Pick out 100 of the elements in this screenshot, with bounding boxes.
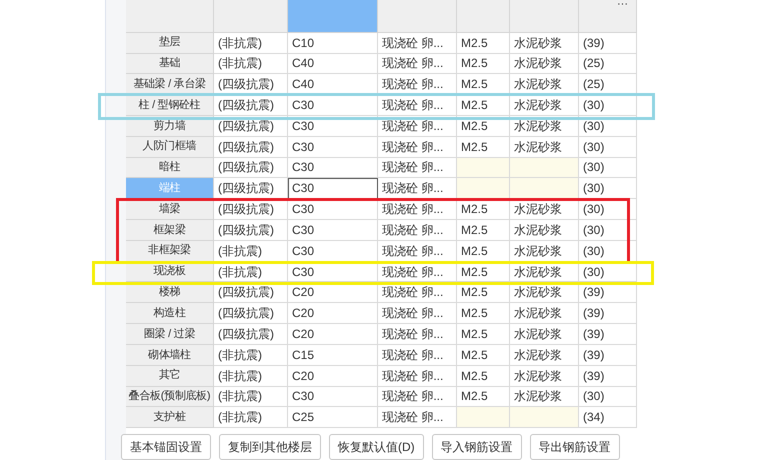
table-cell[interactable]: (25) xyxy=(579,54,637,74)
table-cell[interactable]: C30 xyxy=(288,220,378,241)
table-cell[interactable]: C30 xyxy=(288,199,378,220)
column-header[interactable] xyxy=(126,0,214,33)
row-header[interactable]: 框架梁 xyxy=(126,220,214,241)
table-cell[interactable]: (四级抗震) xyxy=(214,220,288,241)
table-cell[interactable]: 水泥砂浆 xyxy=(510,32,579,54)
table-cell[interactable]: 水泥砂浆 xyxy=(510,366,579,386)
table-cell[interactable]: (四级抗震) xyxy=(214,95,288,116)
more-icon[interactable]: ··· xyxy=(617,0,628,12)
action-button[interactable]: 导入钢筋设置 xyxy=(432,434,522,460)
row-header[interactable]: 基础梁 / 承台梁 xyxy=(126,74,214,96)
table-cell[interactable]: C40 xyxy=(288,54,378,74)
table-cell[interactable]: 现浇砼 卵... xyxy=(378,386,457,408)
table-cell[interactable]: (四级抗震) xyxy=(214,158,288,178)
table-cell[interactable]: 水泥砂浆 xyxy=(510,54,579,74)
row-header[interactable]: 构造柱 xyxy=(126,303,214,324)
table-cell[interactable]: C30 xyxy=(288,158,378,178)
table-cell[interactable]: M2.5 xyxy=(457,220,510,241)
table-cell[interactable]: (39) xyxy=(579,32,637,54)
row-header[interactable]: 基础 xyxy=(126,54,214,74)
table-cell[interactable]: (非抗震) xyxy=(214,407,288,428)
table-cell[interactable]: (四级抗震) xyxy=(214,303,288,324)
row-header[interactable]: 砌体墙柱 xyxy=(126,344,214,366)
table-cell[interactable]: 现浇砼 卵... xyxy=(378,324,457,345)
table-cell[interactable]: (四级抗震) xyxy=(214,324,288,345)
table-cell[interactable]: 现浇砼 卵... xyxy=(378,199,457,220)
table-cell[interactable]: (30) xyxy=(579,158,637,178)
table-cell[interactable]: M2.5 xyxy=(457,324,510,345)
table-cell[interactable]: 现浇砼 卵... xyxy=(378,303,457,324)
table-cell[interactable]: C30 xyxy=(288,178,378,200)
table-cell[interactable]: 水泥砂浆 xyxy=(510,344,579,366)
action-button[interactable]: 导出钢筋设置 xyxy=(530,434,620,460)
row-header[interactable]: 柱 / 型钢砼柱 xyxy=(126,95,214,116)
table-cell[interactable]: 现浇砼 卵... xyxy=(378,407,457,428)
column-header[interactable] xyxy=(378,0,457,33)
table-cell[interactable]: (39) xyxy=(579,366,637,386)
column-header[interactable] xyxy=(214,0,288,33)
table-cell[interactable]: 现浇砼 卵... xyxy=(378,220,457,241)
table-cell[interactable]: (30) xyxy=(579,386,637,408)
table-cell[interactable]: (30) xyxy=(579,95,637,116)
table-cell[interactable]: (39) xyxy=(579,324,637,345)
row-header[interactable]: 圈梁 / 过梁 xyxy=(126,324,214,345)
table-cell[interactable]: C20 xyxy=(288,366,378,386)
table-cell[interactable]: (34) xyxy=(579,407,637,428)
table-cell[interactable]: C30 xyxy=(288,386,378,408)
table-cell[interactable]: 现浇砼 卵... xyxy=(378,344,457,366)
table-cell[interactable]: C20 xyxy=(288,303,378,324)
table-cell[interactable]: (39) xyxy=(579,344,637,366)
table-cell[interactable]: M2.5 xyxy=(457,136,510,158)
table-cell[interactable]: (30) xyxy=(579,220,637,241)
action-button[interactable]: 复制到其他楼层 xyxy=(219,434,321,460)
table-cell[interactable]: 现浇砼 卵... xyxy=(378,32,457,54)
column-header[interactable] xyxy=(510,0,579,33)
table-cell[interactable]: 现浇砼 卵... xyxy=(378,54,457,74)
table-cell[interactable]: (非抗震) xyxy=(214,366,288,386)
table-cell[interactable]: (四级抗震) xyxy=(214,136,288,158)
table-cell[interactable]: C30 xyxy=(288,136,378,158)
table-cell[interactable]: (非抗震) xyxy=(214,54,288,74)
table-cell[interactable]: 水泥砂浆 xyxy=(510,95,579,116)
table-cell[interactable]: M2.5 xyxy=(457,303,510,324)
table-cell[interactable]: 水泥砂浆 xyxy=(510,220,579,241)
row-header[interactable]: 支护桩 xyxy=(126,407,214,428)
row-header[interactable]: 其它 xyxy=(126,366,214,386)
table-cell[interactable]: C30 xyxy=(288,95,378,116)
action-button[interactable]: 基本锚固设置 xyxy=(121,434,211,460)
table-cell[interactable]: M2.5 xyxy=(457,54,510,74)
row-header[interactable]: 垫层 xyxy=(126,32,214,54)
row-header[interactable]: 暗柱 xyxy=(126,158,214,178)
row-header[interactable]: 人防门框墙 xyxy=(126,136,214,158)
action-button[interactable]: 恢复默认值(D) xyxy=(329,434,424,460)
table-cell[interactable]: 水泥砂浆 xyxy=(510,386,579,408)
table-cell[interactable]: 水泥砂浆 xyxy=(510,324,579,345)
table-cell[interactable]: C10 xyxy=(288,32,378,54)
table-cell[interactable]: 现浇砼 卵... xyxy=(378,366,457,386)
table-cell[interactable]: M2.5 xyxy=(457,199,510,220)
table-cell[interactable]: (四级抗震) xyxy=(214,199,288,220)
table-cell[interactable]: M2.5 xyxy=(457,366,510,386)
table-cell[interactable]: M2.5 xyxy=(457,95,510,116)
column-header[interactable] xyxy=(288,0,378,33)
table-cell[interactable]: 现浇砼 卵... xyxy=(378,136,457,158)
table-cell[interactable]: M2.5 xyxy=(457,386,510,408)
table-cell[interactable]: (非抗震) xyxy=(214,32,288,54)
table-cell[interactable]: 水泥砂浆 xyxy=(510,136,579,158)
table-cell[interactable]: 水泥砂浆 xyxy=(510,303,579,324)
row-header[interactable]: 叠合板(预制底板) xyxy=(126,386,214,408)
table-cell[interactable]: M2.5 xyxy=(457,344,510,366)
table-cell[interactable]: (非抗震) xyxy=(214,344,288,366)
table-cell[interactable]: C15 xyxy=(288,344,378,366)
row-header[interactable]: 非框架梁 xyxy=(126,240,214,262)
table-cell[interactable]: 水泥砂浆 xyxy=(510,199,579,220)
column-header[interactable] xyxy=(579,0,637,33)
table-cell[interactable]: (39) xyxy=(579,303,637,324)
table-cell[interactable]: 现浇砼 卵... xyxy=(378,95,457,116)
table-cell[interactable]: (30) xyxy=(579,136,637,158)
table-cell[interactable]: C25 xyxy=(288,407,378,428)
table-cell[interactable]: 现浇砼 卵... xyxy=(378,158,457,178)
column-header[interactable] xyxy=(457,0,510,33)
table-cell[interactable]: (非抗震) xyxy=(214,386,288,408)
table-cell[interactable]: M2.5 xyxy=(457,32,510,54)
